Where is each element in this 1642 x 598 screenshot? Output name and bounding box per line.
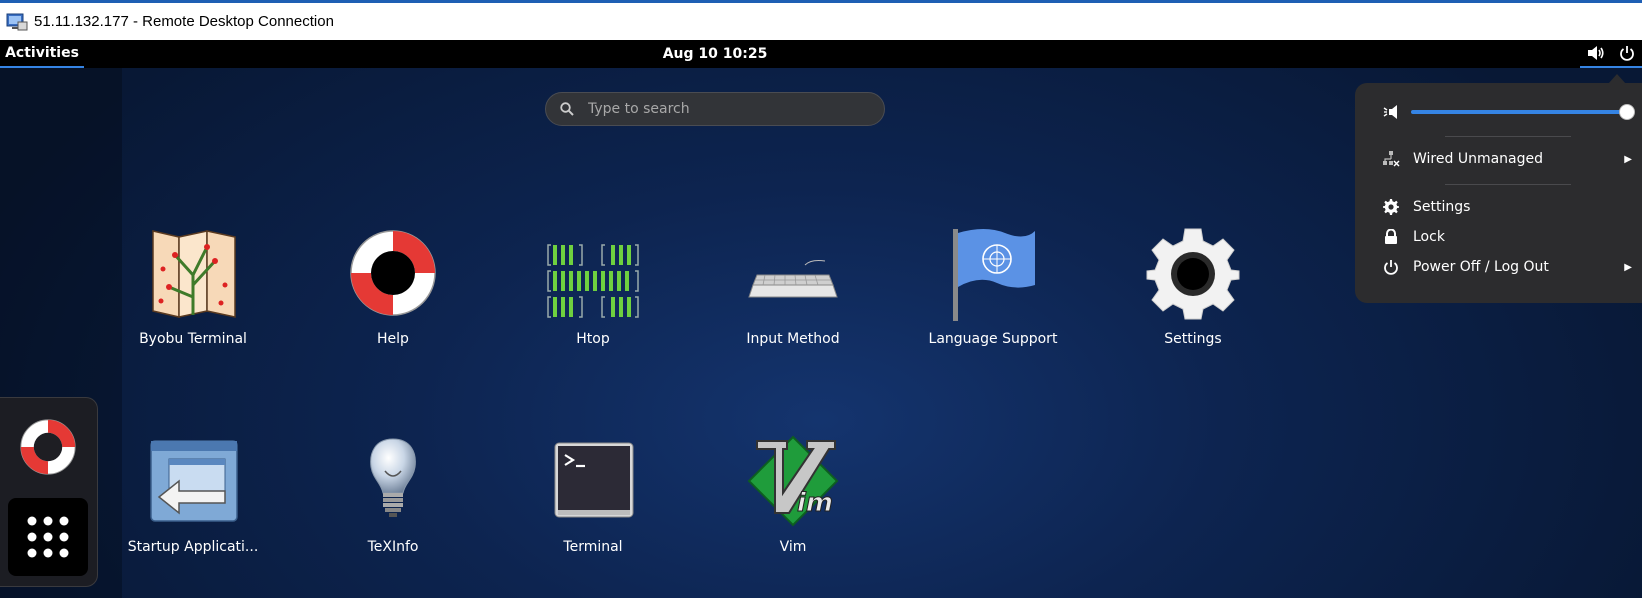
app-terminal[interactable]: Terminal <box>503 433 683 583</box>
app-label: Vim <box>779 539 807 555</box>
menu-pointer <box>1608 74 1626 84</box>
gnome-desktop: Activities Aug 10 10:25 Type to search B… <box>0 40 1642 598</box>
remote-desktop-icon <box>6 13 28 30</box>
dash-dock <box>0 397 98 587</box>
rdp-window-titlebar: 51.11.132.177 - Remote Desktop Connectio… <box>0 0 1642 40</box>
power-icon <box>1620 46 1634 61</box>
lock-label: Lock <box>1413 229 1445 245</box>
settings-label: Settings <box>1413 199 1471 215</box>
lock-item[interactable]: Lock <box>1355 222 1642 252</box>
app-texinfo[interactable]: TeXInfo <box>303 433 483 583</box>
help-dock-icon[interactable] <box>17 416 79 478</box>
menu-separator <box>1445 184 1571 185</box>
svg-text:im: im <box>797 488 833 518</box>
app-input-method[interactable]: Input Method <box>703 225 883 375</box>
window-title: 51.11.132.177 - Remote Desktop Connectio… <box>34 13 334 30</box>
app-label: Language Support <box>928 331 1058 347</box>
app-label: Terminal <box>563 539 623 555</box>
system-menu: Wired Unmanaged ▶ Settings Lock Power Of… <box>1355 74 1642 303</box>
app-label: Input Method <box>746 331 840 347</box>
activities-button[interactable]: Activities <box>0 40 84 68</box>
network-wired-disconnected-icon <box>1383 151 1400 167</box>
app-language-support[interactable]: Language Support <box>903 225 1083 375</box>
volume-slider-handle[interactable] <box>1619 104 1635 120</box>
system-status-area[interactable] <box>1580 40 1642 68</box>
keyboard-icon <box>748 260 838 298</box>
settings-item[interactable]: Settings <box>1355 192 1642 222</box>
app-grid-icon <box>27 516 69 558</box>
app-byobu-terminal[interactable]: Byobu Terminal <box>103 225 283 375</box>
network-label: Wired Unmanaged <box>1413 151 1543 167</box>
top-bar: Activities Aug 10 10:25 <box>0 40 1642 68</box>
byobu-map-icon <box>152 230 236 318</box>
app-settings[interactable]: Settings <box>1103 225 1283 375</box>
un-flag-icon <box>953 229 1035 321</box>
search-icon <box>560 102 574 116</box>
speaker-icon <box>1588 46 1604 60</box>
clock[interactable]: Aug 10 10:25 <box>620 40 810 68</box>
power-off-item[interactable]: Power Off / Log Out ▶ <box>1355 252 1642 282</box>
app-htop[interactable]: Htop <box>503 225 683 375</box>
app-label: Help <box>377 331 409 347</box>
vim-icon: im <box>747 435 839 527</box>
startup-icon <box>150 440 238 522</box>
power-icon <box>1384 260 1398 275</box>
app-label: Settings <box>1164 331 1222 347</box>
settings-gear-icon <box>1383 199 1399 215</box>
power-label: Power Off / Log Out <box>1413 259 1549 275</box>
submenu-arrow-icon: ▶ <box>1624 153 1632 165</box>
app-label: Startup Applicati... <box>127 539 259 555</box>
app-label: Byobu Terminal <box>139 331 247 347</box>
menu-separator <box>1445 136 1571 137</box>
show-applications-button[interactable] <box>8 498 88 576</box>
search-input[interactable] <box>586 100 840 118</box>
network-item[interactable]: Wired Unmanaged ▶ <box>1355 144 1642 174</box>
terminal-icon <box>554 442 634 518</box>
search-field[interactable] <box>545 92 885 126</box>
submenu-arrow-icon: ▶ <box>1624 261 1632 273</box>
lightbulb-icon <box>370 438 416 517</box>
gear-icon <box>1146 228 1240 320</box>
app-help[interactable]: Help <box>303 225 483 375</box>
app-startup-applications[interactable]: Startup Applicati... <box>103 433 283 583</box>
volume-slider-track[interactable] <box>1411 110 1629 114</box>
lock-icon <box>1385 229 1397 244</box>
volume-muted-icon[interactable] <box>1383 104 1401 120</box>
app-label: TeXInfo <box>367 539 419 555</box>
htop-icon <box>547 244 639 318</box>
app-label: Htop <box>576 331 610 347</box>
app-vim[interactable]: im Vim <box>703 433 883 583</box>
lifebuoy-icon <box>350 230 436 316</box>
